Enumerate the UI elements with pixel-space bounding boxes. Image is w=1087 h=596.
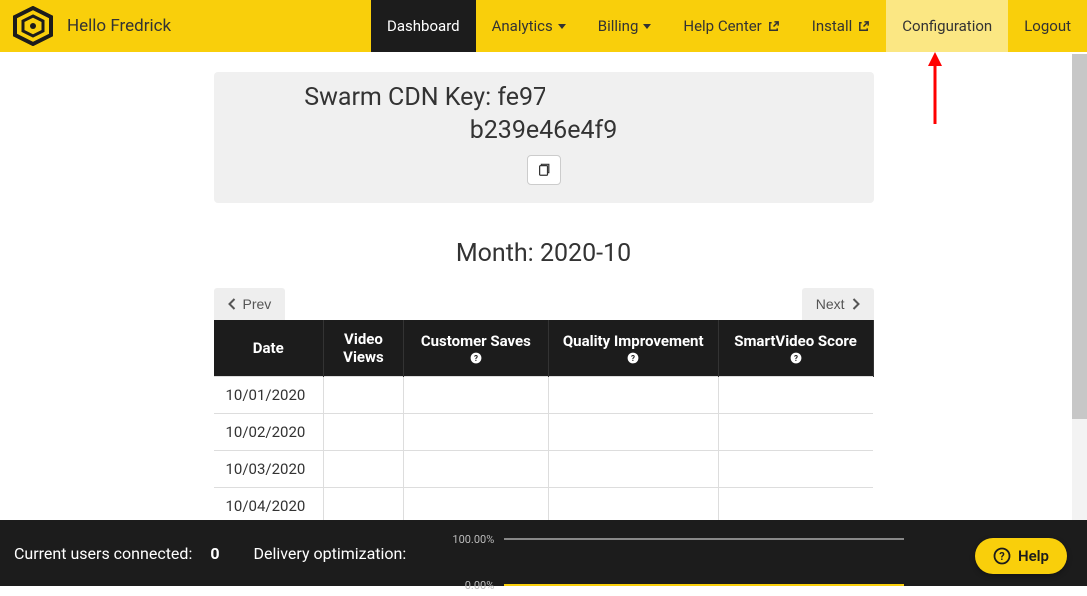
cell-quality	[548, 414, 718, 451]
table-row: 10/04/2020	[214, 488, 874, 525]
chevron-right-icon	[851, 298, 860, 310]
external-link-icon	[767, 20, 780, 33]
cell-quality	[548, 377, 718, 414]
nav-item-configuration[interactable]: Configuration	[886, 0, 1008, 52]
help-button[interactable]: ? Help	[975, 538, 1067, 574]
nav-label: Billing	[598, 17, 639, 35]
cell-saves	[403, 377, 548, 414]
caret-down-icon	[558, 24, 566, 29]
next-button[interactable]: Next	[802, 288, 874, 320]
cell-views	[323, 377, 403, 414]
help-icon[interactable]: ?	[627, 352, 639, 364]
svg-text:?: ?	[794, 354, 798, 363]
top-nav-bar: Hello Fredrick Dashboard Analytics Billing…	[0, 0, 1087, 52]
nav-label: Help Center	[683, 17, 761, 35]
nav-label: Logout	[1024, 17, 1071, 35]
help-icon[interactable]: ?	[790, 352, 802, 364]
cell-views	[323, 414, 403, 451]
month-prefix: Month:	[456, 239, 540, 268]
table-row: 10/03/2020	[214, 451, 874, 488]
nav-item-install[interactable]: Install	[796, 0, 886, 52]
cell-saves	[403, 451, 548, 488]
th-saves-label: Customer Saves	[421, 332, 531, 350]
th-views: Video Views	[323, 320, 403, 377]
cell-date: 10/03/2020	[214, 451, 324, 488]
month-title: Month: 2020-10	[456, 239, 631, 268]
cell-quality	[548, 451, 718, 488]
pager-row: Prev Next	[214, 288, 874, 320]
bar-top-line	[504, 538, 904, 540]
svg-text:?: ?	[999, 550, 1005, 563]
nav-item-dashboard[interactable]: Dashboard	[371, 0, 476, 52]
bar-bottom-label: 0.00%	[444, 579, 494, 592]
th-quality: Quality Improvement ?	[548, 320, 718, 377]
cell-date: 10/02/2020	[214, 414, 324, 451]
th-saves: Customer Saves ?	[403, 320, 548, 377]
cdn-key-panel: Swarm CDN Key: fe97xxxxxxxxxxxxxxxxxxxb2…	[214, 72, 874, 203]
main-nav: Dashboard Analytics Billing Help Center Inst…	[371, 0, 1087, 52]
copy-icon	[537, 163, 551, 177]
optimization-label: Delivery optimization:	[254, 544, 407, 563]
cell-score	[718, 414, 873, 451]
cdn-key-text: Swarm CDN Key: fe97xxxxxxxxxxxxxxxxxxxb2…	[232, 82, 856, 147]
th-date-label: Date	[253, 339, 284, 357]
cell-score	[718, 377, 873, 414]
copy-key-button[interactable]	[527, 155, 561, 185]
cell-views	[323, 451, 403, 488]
cdn-key-start: fe97	[497, 83, 547, 112]
cell-date: 10/04/2020	[214, 488, 324, 525]
table-row: 10/01/2020	[214, 377, 874, 414]
connected-value: 0	[210, 544, 219, 563]
table-row: 10/02/2020	[214, 414, 874, 451]
greeting-text: Hello Fredrick	[67, 16, 171, 36]
next-label: Next	[816, 296, 845, 312]
help-icon[interactable]: ?	[470, 352, 482, 364]
svg-text:?: ?	[474, 354, 478, 363]
month-value: 2020-10	[540, 239, 631, 268]
brand-logo	[10, 6, 55, 46]
scrollbar-thumb[interactable]	[1072, 54, 1087, 419]
th-score: SmartVideo Score ?	[718, 320, 873, 377]
cdn-key-prefix: Swarm CDN Key:	[304, 83, 497, 112]
nav-label: Dashboard	[387, 17, 460, 35]
vertical-scrollbar[interactable]	[1072, 54, 1087, 524]
cell-saves	[403, 488, 548, 525]
connected-label: Current users connected:	[14, 544, 192, 563]
footer-bar: Current users connected: 0 Delivery opti…	[0, 520, 1087, 586]
th-views-label: Video Views	[343, 330, 384, 366]
cell-views	[323, 488, 403, 525]
cell-date: 10/01/2020	[214, 377, 324, 414]
nav-item-logout[interactable]: Logout	[1008, 0, 1087, 52]
cell-score	[718, 451, 873, 488]
nav-item-analytics[interactable]: Analytics	[476, 0, 582, 52]
nav-item-help-center[interactable]: Help Center	[667, 0, 795, 52]
th-quality-label: Quality Improvement	[563, 332, 704, 350]
help-icon: ?	[993, 547, 1011, 565]
chevron-left-icon	[228, 298, 237, 310]
th-score-label: SmartVideo Score	[734, 332, 857, 350]
nav-label: Install	[812, 17, 852, 35]
prev-button[interactable]: Prev	[214, 288, 286, 320]
nav-label: Configuration	[902, 17, 992, 35]
cell-score	[718, 488, 873, 525]
nav-item-billing[interactable]: Billing	[582, 0, 668, 52]
stats-table-header: Date Video Views Customer Saves ? Qualit…	[214, 320, 874, 377]
cdn-key-end: b239e46e4f9	[470, 116, 618, 145]
svg-text:?: ?	[631, 354, 635, 363]
prev-label: Prev	[243, 296, 272, 312]
external-link-icon	[857, 20, 870, 33]
th-date: Date	[214, 320, 324, 377]
cell-quality	[548, 488, 718, 525]
cell-saves	[403, 414, 548, 451]
annotation-arrow	[920, 52, 950, 131]
bar-top-label: 100.00%	[444, 533, 494, 546]
cdn-key-redacted: xxxxxxxxxxxxxxxxxxx	[547, 82, 783, 115]
caret-down-icon	[643, 24, 651, 29]
help-label: Help	[1018, 547, 1049, 565]
nav-label: Analytics	[492, 17, 553, 35]
